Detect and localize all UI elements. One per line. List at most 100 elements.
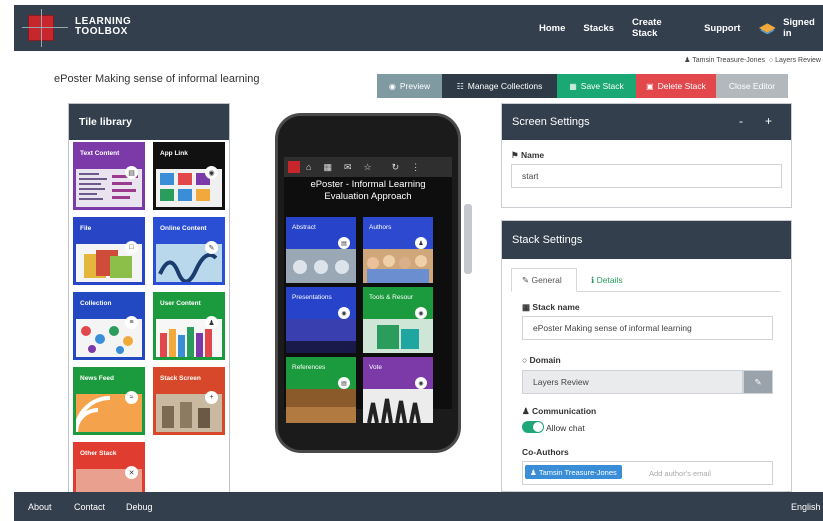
phone-preview-screen: ⌂ ▦ ✉ ☆ ↻ ⋮ ePoster - Informal Learning … — [284, 157, 452, 423]
top-navbar: LEARNING TOOLBOX Home Stacks Create Stac… — [14, 5, 823, 51]
tile-app-link[interactable]: App Link ◉ — [153, 142, 225, 210]
target-icon: ◉ — [415, 377, 427, 389]
manage-collections-label: Manage Collections — [467, 81, 543, 91]
preview-label: Preview — [399, 81, 431, 91]
tab-general[interactable]: ✎ General — [511, 268, 577, 292]
edit-icon: ✎ — [522, 274, 532, 285]
user-icon: ♟ — [205, 316, 218, 329]
tile-other-stack[interactable]: Other Stack ✕ — [73, 442, 145, 494]
phone-tile-tools-resources[interactable]: Tools & Resour ◉ — [363, 287, 433, 353]
file-icon: □ — [125, 241, 138, 254]
stack-name-input[interactable]: ePoster Making sense of informal learnin… — [522, 316, 773, 340]
add-author-placeholder: Add author's email — [649, 468, 711, 478]
home-icon[interactable]: ⌂ — [306, 162, 311, 172]
list-icon: ≡ — [125, 316, 138, 329]
name-label-text: Name — [521, 150, 545, 160]
allow-chat-label: Allow chat — [546, 423, 585, 433]
rss-icon: ≈ — [125, 391, 138, 404]
tile-collection[interactable]: Collection ≡ — [73, 292, 145, 360]
target-icon: ◉ — [338, 307, 350, 319]
edit-icon: ✎ — [754, 376, 762, 387]
stack-settings-header: Stack Settings — [502, 221, 791, 259]
more-icon[interactable]: ⋮ — [411, 162, 420, 173]
logo-text-line2: TOOLBOX — [75, 26, 128, 37]
mail-icon[interactable]: ✉ — [344, 162, 352, 173]
eye-icon: ◉ — [388, 81, 396, 91]
phone-tile-vote[interactable]: Vote ◉ — [363, 357, 433, 423]
tile-label: Other Stack — [80, 450, 117, 457]
preview-button[interactable]: ◉ Preview — [377, 74, 442, 98]
communication-label: ♟ Communication — [522, 406, 596, 417]
delete-stack-button[interactable]: ▣ Delete Stack — [636, 74, 716, 98]
star-icon[interactable]: ☆ — [364, 162, 372, 173]
phone-stack-title: ePoster - Informal Learning Evaluation A… — [284, 179, 452, 203]
tile-label: Online Content — [160, 225, 207, 232]
tab-details-label: Details — [596, 275, 623, 285]
tile-text-content[interactable]: Text Content ▤ — [73, 142, 145, 210]
phone-toolbar: ⌂ ▦ ✉ ☆ ↻ ⋮ — [284, 157, 452, 177]
current-user[interactable]: Tamsin Treasure-Jones — [692, 57, 765, 64]
manage-collections-button[interactable]: ☷ Manage Collections — [442, 74, 557, 98]
phone-logo[interactable] — [288, 161, 300, 173]
authors-image — [363, 249, 433, 283]
stack-name-label: ▦ Stack name — [522, 302, 580, 313]
tab-details[interactable]: ℹ Details — [581, 268, 633, 292]
coauthors-label: Co-Authors — [522, 447, 569, 457]
current-group[interactable]: Layers Review — [775, 57, 821, 64]
nav-create-stack[interactable]: Create Stack — [632, 17, 686, 39]
domain-input[interactable]: Layers Review — [522, 370, 743, 394]
phone-tile-label: References — [292, 364, 326, 371]
document-icon: ▤ — [338, 237, 350, 249]
tile-user-content[interactable]: User Content ♟ — [153, 292, 225, 360]
layers-icon — [759, 23, 777, 34]
phone-tile-authors[interactable]: Authors ♟ — [363, 217, 433, 283]
screen-settings-header: Screen Settings - + — [502, 104, 791, 140]
tile-stack-screen[interactable]: Stack Screen + — [153, 367, 225, 435]
phone-tile-abstract[interactable]: Abstract ▤ — [286, 217, 356, 283]
tile-online-content[interactable]: Online Content ✎ — [153, 217, 225, 285]
delete-stack-label: Delete Stack — [657, 81, 706, 91]
grid-icon: ▦ — [522, 302, 531, 312]
screen-name-input[interactable]: start — [511, 164, 782, 188]
nav-support[interactable]: Support — [704, 23, 740, 34]
add-screen-button[interactable]: + — [765, 114, 772, 128]
footer-debug[interactable]: Debug — [126, 502, 153, 512]
nav-home[interactable]: Home — [539, 23, 565, 34]
tile-label: News Feed — [80, 375, 114, 382]
stack-settings-tabs: ✎ General ℹ Details — [511, 268, 781, 292]
logo-text[interactable]: LEARNING TOOLBOX — [75, 17, 131, 37]
preview-resize-handle[interactable] — [464, 204, 472, 274]
target-icon: ◉ — [415, 307, 427, 319]
footer-about[interactable]: About — [28, 502, 52, 512]
book-icon: ▤ — [338, 377, 350, 389]
save-stack-button[interactable]: ▦ Save Stack — [557, 74, 636, 98]
minimize-button[interactable]: - — [739, 114, 743, 128]
abstract-image — [286, 249, 356, 283]
tile-news-feed[interactable]: News Feed ≈ — [73, 367, 145, 435]
phone-tile-references[interactable]: References ▤ — [286, 357, 356, 423]
allow-chat-toggle[interactable] — [522, 421, 544, 433]
screen-settings-title: Screen Settings — [512, 116, 590, 128]
footer-language[interactable]: English — [791, 502, 821, 512]
people-icon: ♟ — [415, 237, 427, 249]
footer-contact[interactable]: Contact — [74, 502, 105, 512]
coauthor-chip[interactable]: ♟ Tamsin Treasure-Jones — [525, 465, 622, 479]
phone-tile-label: Abstract — [292, 224, 316, 231]
phone-tile-label: Presentations — [292, 294, 332, 301]
domain-edit-button[interactable]: ✎ — [743, 370, 773, 394]
refresh-icon[interactable]: ↻ — [392, 162, 400, 173]
vote-image — [363, 389, 433, 423]
stack-name-label-text: Stack name — [532, 302, 580, 312]
logo-line-h — [22, 27, 68, 28]
close-editor-button[interactable]: Close Editor — [716, 74, 788, 98]
grid-icon[interactable]: ▦ — [323, 162, 332, 173]
tile-library: Tile library Text Content ▤ App Link ◉ F… — [68, 103, 230, 495]
nav-stacks[interactable]: Stacks — [583, 23, 614, 34]
phone-tile-presentations[interactable]: Presentations ◉ — [286, 287, 356, 353]
tab-general-label: General — [531, 275, 562, 285]
tile-label: Collection — [80, 300, 112, 307]
edit-icon: ✎ — [205, 241, 218, 254]
tile-label: File — [80, 225, 92, 232]
signed-in-menu[interactable]: Signed in — [758, 17, 823, 39]
tile-file[interactable]: File □ — [73, 217, 145, 285]
